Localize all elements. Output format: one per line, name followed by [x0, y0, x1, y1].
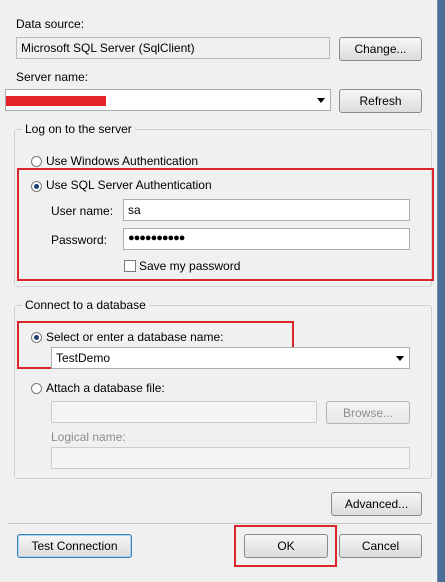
data-source-label: Data source: — [16, 17, 85, 31]
data-source-value: Microsoft SQL Server (SqlClient) — [21, 41, 195, 55]
sql-auth-radio[interactable] — [31, 181, 42, 192]
username-input[interactable]: sa — [123, 199, 410, 221]
connection-dialog: Data source: Microsoft SQL Server (SqlCl… — [0, 0, 438, 582]
logon-group-title: Log on to the server — [22, 122, 135, 136]
password-label: Password: — [51, 233, 108, 247]
database-group-title: Connect to a database — [22, 298, 149, 312]
server-name-combobox[interactable] — [5, 89, 331, 111]
database-name-combobox[interactable]: TestDemo — [51, 347, 410, 369]
server-name-label: Server name: — [16, 70, 89, 84]
username-value: sa — [128, 203, 141, 217]
save-password-label[interactable]: Save my password — [139, 259, 240, 273]
password-value: ●●●●●●●●●● — [128, 232, 185, 244]
test-connection-button[interactable]: Test Connection — [17, 534, 132, 558]
select-database-radio[interactable] — [31, 332, 42, 343]
ok-button[interactable]: OK — [244, 534, 328, 558]
logical-name-label: Logical name: — [51, 430, 126, 444]
sql-auth-label[interactable]: Use SQL Server Authentication — [46, 178, 212, 192]
username-label: User name: — [51, 204, 114, 218]
windows-auth-label[interactable]: Use Windows Authentication — [46, 154, 198, 168]
save-password-checkbox[interactable] — [124, 260, 136, 272]
data-source-field: Microsoft SQL Server (SqlClient) — [16, 37, 330, 59]
windows-auth-radio[interactable] — [31, 156, 42, 167]
chevron-down-icon[interactable] — [317, 98, 325, 103]
logical-name-input[interactable] — [51, 447, 410, 469]
separator — [8, 523, 432, 524]
password-input[interactable]: ●●●●●●●●●● — [123, 228, 410, 250]
chevron-down-icon[interactable] — [396, 356, 404, 361]
attach-database-label[interactable]: Attach a database file: — [46, 381, 165, 395]
select-database-label[interactable]: Select or enter a database name: — [46, 330, 223, 344]
browse-button[interactable]: Browse... — [326, 401, 410, 424]
redaction-mark — [6, 96, 106, 106]
refresh-button[interactable]: Refresh — [339, 89, 422, 113]
attach-database-radio[interactable] — [31, 383, 42, 394]
cancel-button[interactable]: Cancel — [339, 534, 422, 558]
database-name-value: TestDemo — [56, 351, 111, 365]
advanced-button[interactable]: Advanced... — [331, 492, 422, 516]
change-button[interactable]: Change... — [339, 37, 422, 61]
attach-file-input[interactable] — [51, 401, 317, 423]
